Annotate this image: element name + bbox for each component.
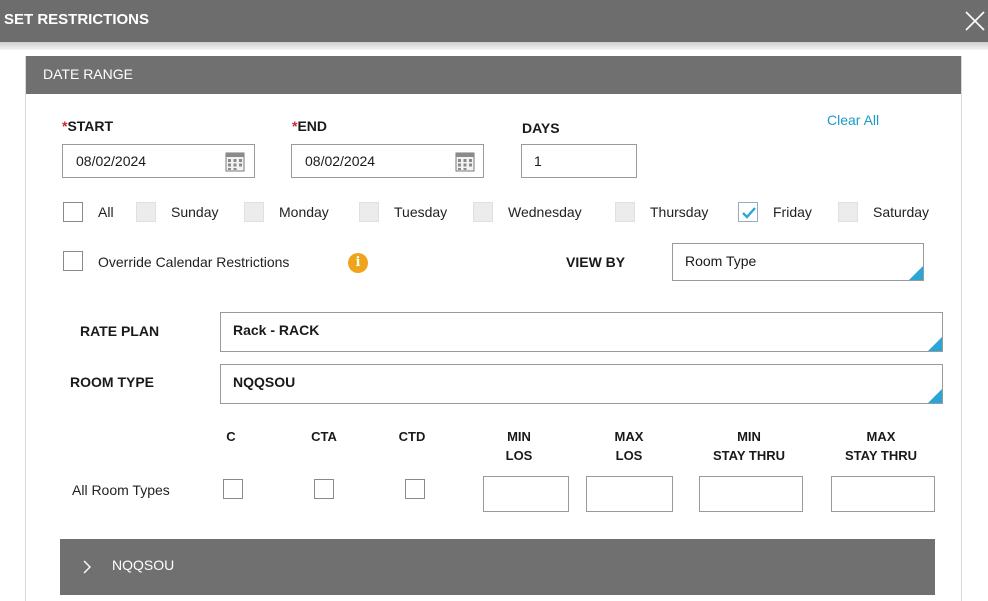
room-type-accordion[interactable]: NQQSOU [60,539,935,595]
override-calendar-checkbox[interactable] [63,251,83,271]
all-room-types-label: All Room Types [72,482,170,498]
saturday-checkbox[interactable] [838,202,858,222]
col-header-cta: CTA [311,429,337,444]
days-label: DAYS [522,120,560,136]
tuesday-checkbox[interactable] [359,202,379,222]
max-los-input[interactable] [586,476,673,512]
monday-label: Monday [279,204,329,220]
col-header-c: C [226,429,236,444]
thursday-checkbox[interactable] [615,202,635,222]
date-range-panel: DATE RANGE *START *END DAYS Clear All 08… [25,56,962,601]
dropdown-corner-icon [909,266,923,280]
start-calendar-icon[interactable] [225,152,245,172]
dialog-title: SET RESTRICTIONS [4,11,150,28]
friday-label: Friday [773,204,812,220]
start-label: *START [62,118,114,134]
rate-plan-label: RATE PLAN [80,323,160,339]
tuesday-label: Tuesday [394,204,448,220]
sunday-checkbox[interactable] [136,202,156,222]
room-type-select[interactable]: NQQSOU [220,364,943,404]
dropdown-corner-icon [928,337,942,351]
wednesday-label: Wednesday [508,204,582,220]
days-input[interactable]: 1 [521,144,637,178]
chevron-right-icon [83,560,91,574]
col-header-ctd: CTD [398,429,426,444]
col-header-max-los: MAX LOS [614,429,644,463]
min-stay-thru-input[interactable] [699,476,803,512]
title-shadow [0,42,988,50]
dialog-title-bar: SET RESTRICTIONS [0,0,988,42]
col-header-min-stay-thru: MIN STAY THRU [713,429,785,463]
thursday-label: Thursday [650,204,709,220]
close-icon[interactable] [962,8,988,34]
accordion-label: NQQSOU [112,557,175,573]
wednesday-checkbox[interactable] [473,202,493,222]
override-calendar-label: Override Calendar Restrictions [98,254,290,270]
cta-checkbox[interactable] [314,479,334,499]
max-stay-thru-input[interactable] [831,476,935,512]
all-days-label: All [98,204,114,220]
dropdown-corner-icon [928,389,942,403]
min-los-input[interactable] [483,476,569,512]
friday-checkbox[interactable] [738,202,758,222]
col-header-max-stay-thru: MAX STAY THRU [845,429,917,463]
col-header-min-los: MIN LOS [505,429,533,463]
end-label: *END [292,118,328,134]
view-by-select[interactable]: Room Type [672,243,924,281]
clear-all-link[interactable]: Clear All [827,112,879,128]
end-calendar-icon[interactable] [455,152,475,172]
rate-plan-select[interactable]: Rack - RACK [220,312,943,352]
date-range-header: DATE RANGE [26,56,961,94]
info-icon[interactable]: i [348,253,368,273]
sunday-label: Sunday [171,204,219,220]
monday-checkbox[interactable] [244,202,264,222]
view-by-label: VIEW BY [566,254,626,270]
room-type-label: ROOM TYPE [70,374,155,390]
saturday-label: Saturday [873,204,930,220]
ctd-checkbox[interactable] [405,479,425,499]
checkmark-icon [742,207,756,219]
all-days-checkbox[interactable] [63,202,83,222]
closed-checkbox[interactable] [223,479,243,499]
